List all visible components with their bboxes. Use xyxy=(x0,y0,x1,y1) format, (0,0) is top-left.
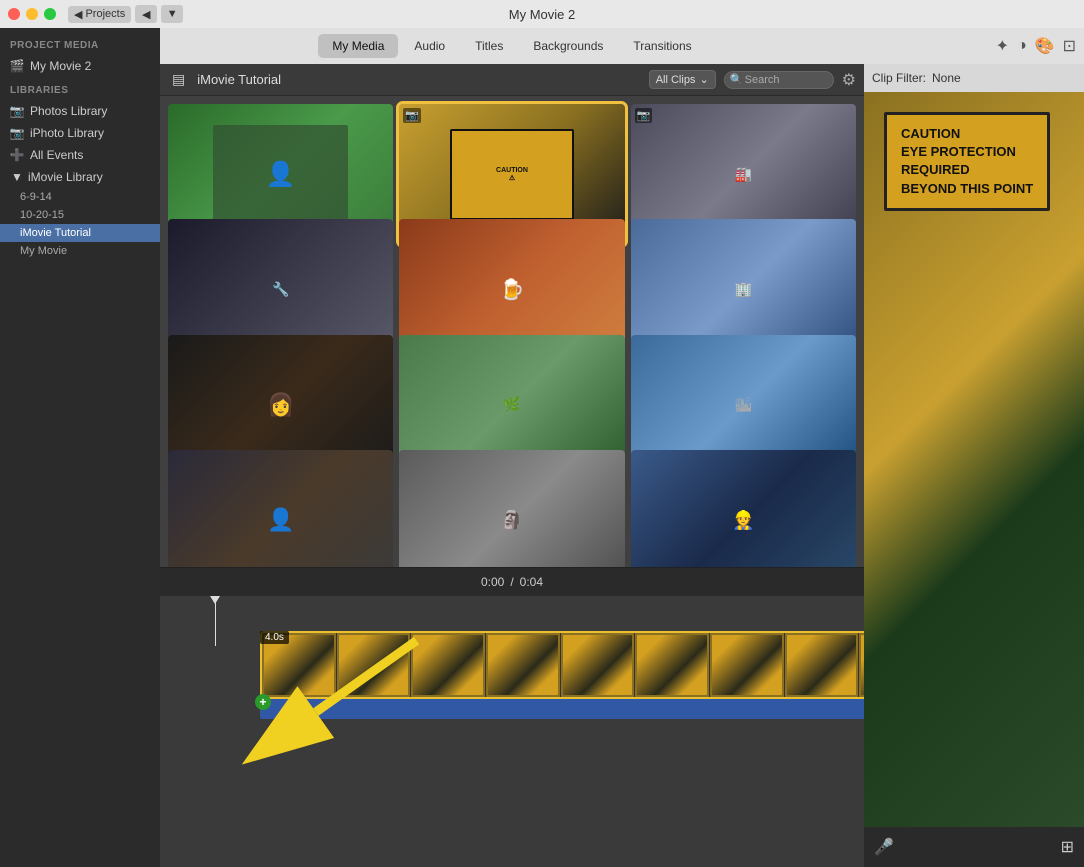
timeline-selection-bar xyxy=(260,699,864,719)
collapse-icon: ▼ xyxy=(10,170,24,184)
preview-image: CAUTIONEYE PROTECTIONREQUIREDBEYOND THIS… xyxy=(864,92,1084,827)
sidebar-item-my-movie[interactable]: My Movie xyxy=(0,242,160,260)
film-icon: 🎬 xyxy=(10,59,24,73)
timeline-time-current: 0:00 xyxy=(481,575,504,589)
media-thumb-12[interactable]: 👷 xyxy=(631,450,856,567)
photos-icon: 📷 xyxy=(10,104,24,118)
toggle-sidebar-button[interactable]: ▤ xyxy=(168,69,189,90)
mic-button[interactable]: 🎤 xyxy=(874,837,894,857)
preview-toolbar: ✦ ◑ 🎨 ⊡ xyxy=(864,28,1084,64)
window-title: My Movie 2 xyxy=(509,7,575,22)
traffic-lights xyxy=(8,8,56,20)
timeline-area[interactable]: 4.0s + xyxy=(160,596,864,867)
tab-my-media[interactable]: My Media xyxy=(318,34,398,58)
color-button[interactable]: ◑ xyxy=(1017,37,1027,55)
clip-frame-2 xyxy=(337,633,412,697)
caution-sign: CAUTIONEYE PROTECTIONREQUIREDBEYOND THIS… xyxy=(884,112,1050,211)
right-panel: ✦ ◑ 🎨 ⊡ Clip Filter: None CAUTIONEYE PRO… xyxy=(864,28,1084,867)
sidebar-item-iphoto-library[interactable]: 📷 iPhoto Library xyxy=(0,122,160,144)
fullscreen-button[interactable]: ⊞ xyxy=(1061,837,1074,857)
timeline-clip-strip[interactable] xyxy=(260,631,864,699)
media-grid: 👤 CAUTION ⚠ 📷 🏭 xyxy=(160,96,864,567)
media-toolbar: ▤ iMovie Tutorial All Clips ⌄ 🔍 ⚙ xyxy=(160,64,864,96)
nav-right-button[interactable]: ▼ xyxy=(161,5,183,23)
iphoto-icon: 📷 xyxy=(10,126,24,140)
timeline-cursor xyxy=(215,596,216,646)
maximize-button[interactable] xyxy=(44,8,56,20)
clip-filter-bar: Clip Filter: None xyxy=(864,64,1084,92)
camera-overlay-icon: 📷 xyxy=(403,108,421,123)
clip-frame-6 xyxy=(635,633,710,697)
close-button[interactable] xyxy=(8,8,20,20)
add-icon: ➕ xyxy=(10,148,24,162)
color-wheel-button[interactable]: 🎨 xyxy=(1035,36,1055,56)
sidebar-item-all-events[interactable]: ➕ All Events xyxy=(0,144,160,166)
sidebar: PROJECT MEDIA 🎬 My Movie 2 LIBRARIES 📷 P… xyxy=(0,28,160,867)
clips-filter-dropdown[interactable]: All Clips ⌄ xyxy=(649,70,716,89)
sidebar-item-mymovie[interactable]: 🎬 My Movie 2 xyxy=(0,55,160,77)
camera-overlay-icon-3: 📷 xyxy=(635,108,653,123)
project-media-section: PROJECT MEDIA xyxy=(0,32,160,55)
tab-titles[interactable]: Titles xyxy=(461,34,517,58)
clip-filter-label: Clip Filter: xyxy=(872,71,926,85)
media-settings-button[interactable]: ⚙ xyxy=(842,70,856,90)
minimize-button[interactable] xyxy=(26,8,38,20)
clip-frame-4 xyxy=(486,633,561,697)
libraries-section: LIBRARIES xyxy=(0,77,160,100)
wand-button[interactable]: ✦ xyxy=(996,36,1009,56)
crop-button[interactable]: ⊡ xyxy=(1063,36,1076,56)
titlebar: ◀ Projects ◀ ▼ My Movie 2 xyxy=(0,0,1084,28)
clip-frame-7 xyxy=(710,633,785,697)
top-toolbar: My Media Audio Titles Backgrounds Transi… xyxy=(160,28,864,64)
clip-duration-badge: 4.0s xyxy=(260,631,289,644)
bottom-section: 0:00 / 0:04 xyxy=(160,567,864,867)
main-area: PROJECT MEDIA 🎬 My Movie 2 LIBRARIES 📷 P… xyxy=(0,28,1084,867)
search-wrapper: 🔍 xyxy=(724,71,834,89)
center-panel: My Media Audio Titles Backgrounds Transi… xyxy=(160,28,864,867)
add-clip-badge[interactable]: + xyxy=(255,694,271,710)
media-thumb-10[interactable]: 👤 xyxy=(168,450,393,567)
sidebar-item-photos-library[interactable]: 📷 Photos Library xyxy=(0,100,160,122)
tab-backgrounds[interactable]: Backgrounds xyxy=(519,34,617,58)
preview-area: CAUTIONEYE PROTECTIONREQUIREDBEYOND THIS… xyxy=(864,92,1084,827)
sidebar-item-imovie-tutorial[interactable]: iMovie Tutorial xyxy=(0,224,160,242)
back-projects-button[interactable]: ◀ Projects xyxy=(68,6,131,23)
tab-audio[interactable]: Audio xyxy=(400,34,459,58)
media-thumb-11[interactable]: 🗿 xyxy=(399,450,624,567)
sidebar-item-10-20-15[interactable]: 10-20-15 xyxy=(0,206,160,224)
timeline-header: 0:00 / 0:04 xyxy=(160,568,864,596)
timeline-time-total: 0:04 xyxy=(520,575,543,589)
clip-frame-8 xyxy=(785,633,860,697)
preview-controls: 🎤 ⊞ xyxy=(864,827,1084,867)
sidebar-item-6-9-14[interactable]: 6-9-14 xyxy=(0,188,160,206)
nav-left-button[interactable]: ◀ xyxy=(135,5,157,23)
titlebar-nav: ◀ Projects ◀ ▼ xyxy=(68,5,183,23)
clip-frame-3 xyxy=(411,633,486,697)
media-browser-title: iMovie Tutorial xyxy=(197,72,640,87)
clip-filter-value: None xyxy=(932,71,961,85)
media-browser: ▤ iMovie Tutorial All Clips ⌄ 🔍 ⚙ 👤 xyxy=(160,64,864,567)
sidebar-item-imovie-library[interactable]: ▼ iMovie Library xyxy=(0,166,160,188)
clip-frame-5 xyxy=(561,633,636,697)
tab-transitions[interactable]: Transitions xyxy=(619,34,705,58)
search-input[interactable] xyxy=(724,71,834,89)
